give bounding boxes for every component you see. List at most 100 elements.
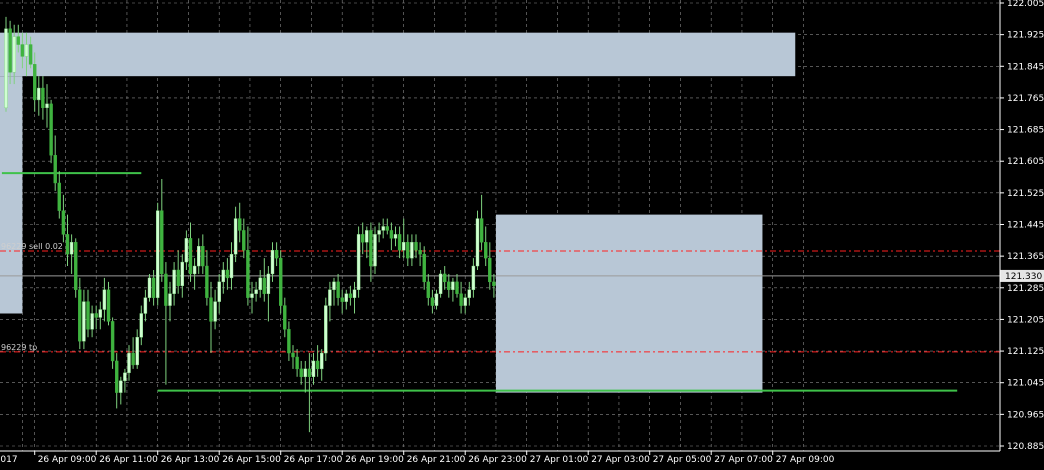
candle-body (196, 246, 201, 267)
candle-body (172, 269, 176, 294)
candle-body (4, 28, 8, 109)
candle-body (98, 309, 103, 318)
candle-body (479, 218, 484, 243)
candle-body (451, 281, 455, 290)
candle-body (459, 293, 463, 306)
candle-body (209, 297, 213, 322)
candle-body (86, 301, 90, 330)
candle-body (192, 265, 197, 275)
candle-body (41, 87, 45, 109)
candle-body (488, 257, 492, 283)
candle-body (114, 360, 119, 393)
zone-rect (0, 76, 23, 314)
candle-body (373, 234, 377, 267)
candle-body (270, 250, 275, 275)
candle-body (127, 352, 131, 374)
x-tick-label: 26 Apr 13:00 (161, 455, 220, 465)
candle-body (328, 289, 332, 306)
candle-body (65, 234, 70, 255)
candle-body (135, 337, 139, 366)
candle-body (131, 352, 135, 366)
candle-body (365, 230, 369, 243)
candle-body (8, 28, 12, 73)
candle-body (73, 242, 78, 290)
candle-body (45, 103, 49, 109)
candle-body (274, 250, 279, 259)
candle-body (467, 289, 471, 298)
candle-body (242, 230, 246, 251)
x-tick-label: 26 Apr 19:00 (345, 455, 404, 465)
candle-body (320, 352, 324, 370)
candle-body (102, 289, 107, 310)
candle-body (348, 293, 353, 298)
candle-body (418, 250, 422, 255)
candle-body (155, 210, 160, 298)
y-tick-label: 121.845 (1007, 62, 1044, 72)
candle-body (160, 210, 164, 275)
candle-body (410, 242, 414, 259)
candle-body (90, 313, 94, 330)
candle-body (37, 87, 41, 101)
y-tick-label: 121.285 (1007, 284, 1044, 294)
candle-body (414, 242, 418, 251)
candle-body (455, 281, 459, 294)
candle-body (33, 64, 37, 101)
y-tick-label: 121.685 (1007, 126, 1044, 136)
candle-body (258, 277, 262, 290)
candle-body (406, 242, 410, 259)
candle-body (377, 230, 381, 235)
candle-body (217, 281, 221, 302)
candle-body (422, 253, 426, 283)
candle-body (303, 368, 307, 377)
candle-body (361, 234, 365, 243)
candle-body (484, 242, 488, 259)
candle-body (147, 277, 152, 298)
y-tick-label: 121.365 (1007, 252, 1044, 262)
candle-body (463, 297, 467, 306)
y-tick-label: 121.605 (1007, 157, 1044, 167)
candle-body (213, 301, 217, 322)
candle-body (225, 269, 230, 279)
candle-body (344, 293, 348, 302)
candle-body (229, 253, 234, 279)
candle-body (94, 313, 98, 318)
candle-body (69, 242, 74, 255)
x-tick-label: 26 Apr 11:00 (99, 455, 158, 465)
candle-body (352, 289, 357, 298)
candle-body (311, 360, 316, 377)
y-tick-label: 121.925 (1007, 31, 1044, 41)
candle-body (356, 234, 361, 290)
candle-body (283, 305, 287, 330)
candle-body (61, 210, 66, 235)
candle-body (381, 226, 385, 231)
candle-body (307, 368, 312, 377)
candle-body (471, 265, 476, 290)
candle-body (246, 250, 250, 298)
y-tick-label: 121.445 (1007, 221, 1044, 231)
x-tick-label: 27 Apr 05:00 (653, 455, 712, 465)
y-tick-label: 120.965 (1007, 410, 1044, 420)
candle-body (168, 293, 172, 306)
candle-body (110, 321, 115, 362)
candle-body (447, 281, 451, 290)
y-tick-label: 120.885 (1007, 442, 1044, 452)
candle-body (254, 289, 258, 294)
candle-body (16, 36, 20, 45)
candle-body (266, 273, 271, 294)
candle-body (180, 261, 185, 287)
candle-body (201, 246, 205, 267)
y-tick-label: 121.045 (1007, 379, 1044, 389)
x-tick-label: 26 Apr 23:00 (468, 455, 527, 465)
candle-body (49, 103, 53, 156)
candle-body (221, 269, 226, 283)
x-tick-label: 26 Apr 21:00 (407, 455, 466, 465)
candle-body (143, 297, 148, 314)
candle-body (369, 230, 373, 267)
candle-body (295, 356, 299, 370)
y-tick-label: 121.525 (1007, 189, 1044, 199)
candle-body (332, 281, 336, 290)
x-tick-label: 27 Apr 03:00 (591, 455, 650, 465)
candle-body (250, 293, 254, 298)
candle-body (151, 277, 156, 298)
order-line-label: 96229 tp (1, 343, 37, 352)
